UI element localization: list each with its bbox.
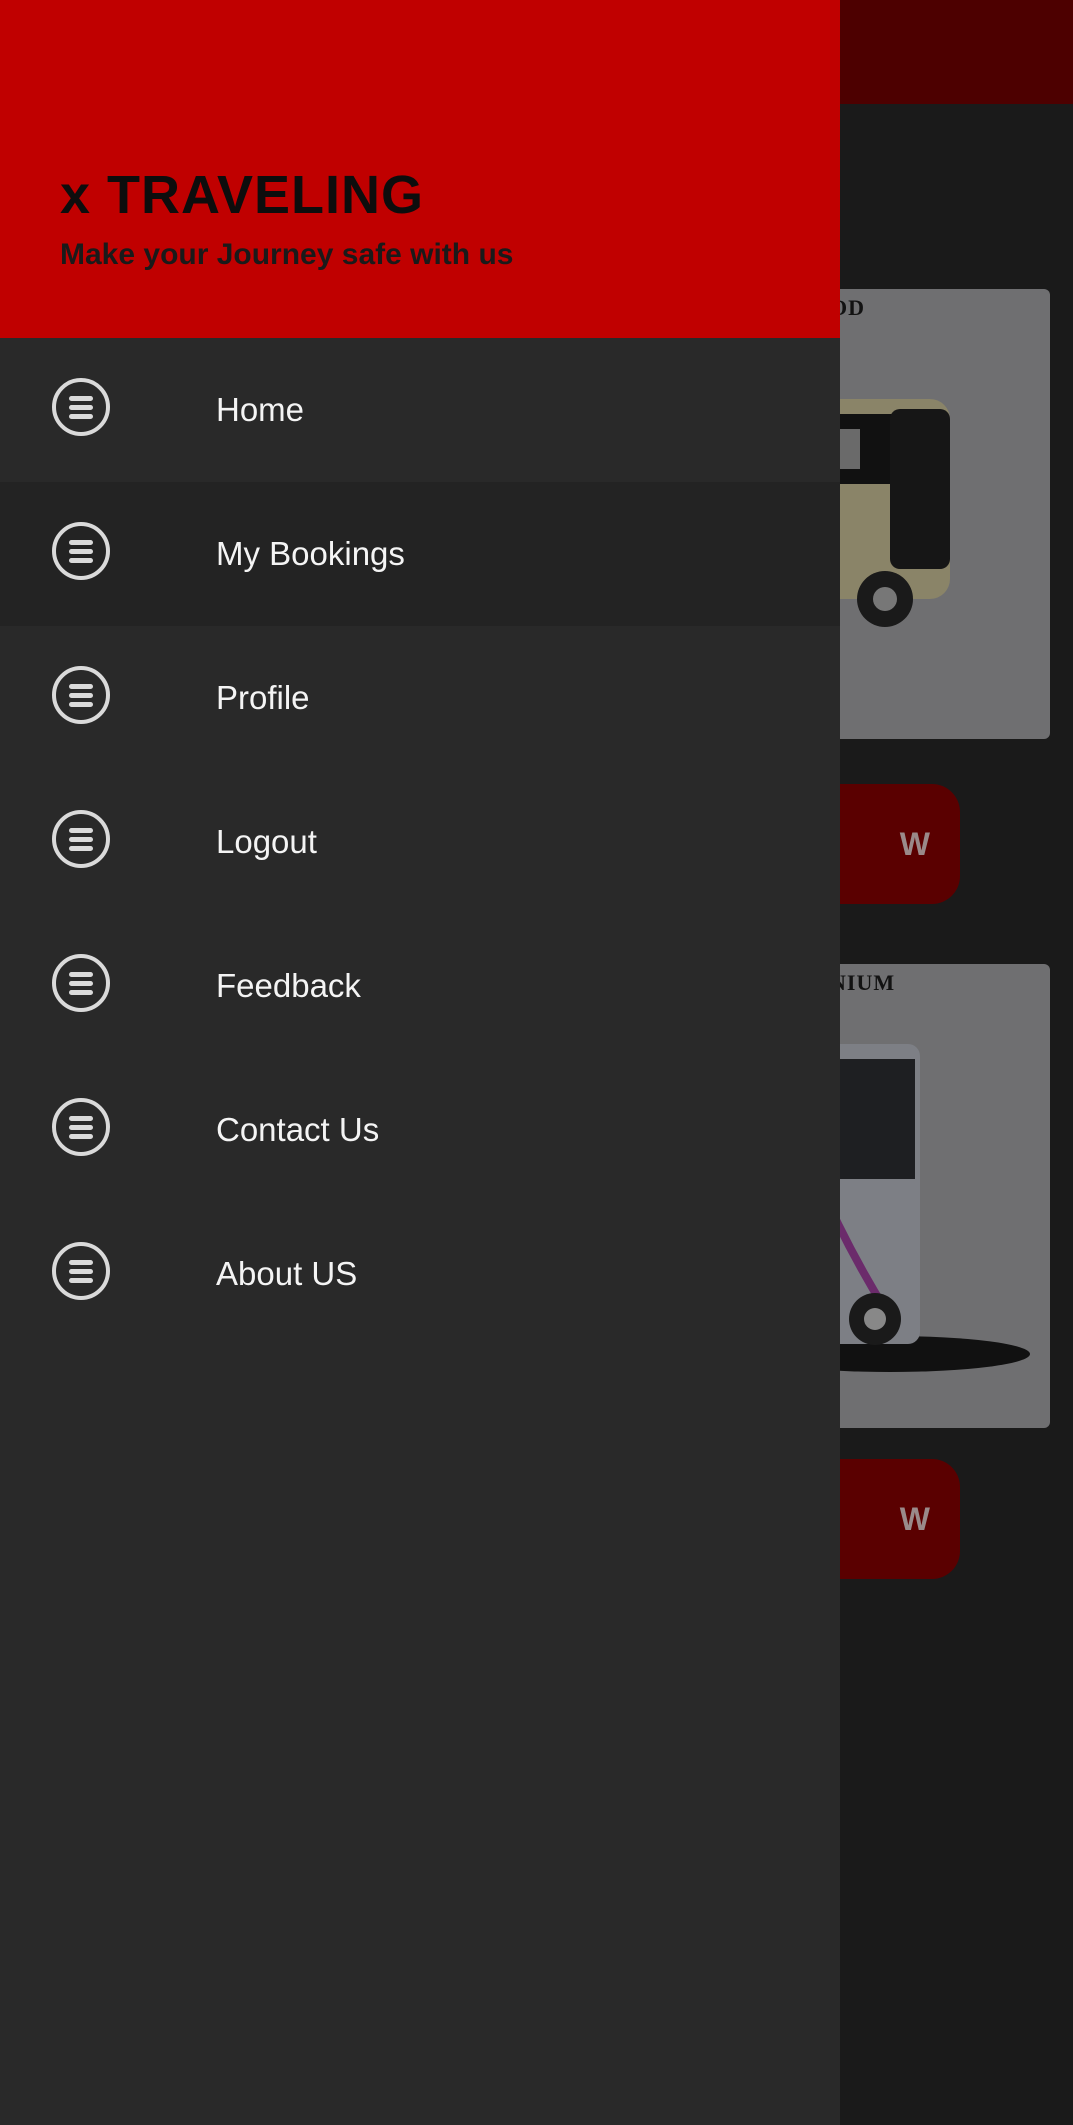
menu-item-my-bookings[interactable]: My Bookings	[0, 482, 840, 626]
menu-item-contact-us[interactable]: Contact Us	[0, 1058, 840, 1202]
menu-item-logout[interactable]: Logout	[0, 770, 840, 914]
menu-item-home[interactable]: Home	[0, 338, 840, 482]
menu-circle-icon	[52, 522, 110, 580]
app-subtitle: Make your Journey safe with us	[60, 238, 514, 271]
app-title: x TRAVELING	[60, 165, 425, 225]
menu-item-label: Profile	[216, 679, 310, 716]
menu-item-profile[interactable]: Profile	[0, 626, 840, 770]
menu-item-about-us[interactable]: About US	[0, 1202, 840, 1346]
menu-circle-icon	[52, 1242, 110, 1300]
menu-circle-icon	[52, 1098, 110, 1156]
menu-item-label: About US	[216, 1255, 358, 1292]
menu-item-label: Home	[216, 391, 305, 428]
drawer-menu: Home My Bookings Profile Logout Feedback	[0, 338, 840, 1346]
menu-circle-icon	[52, 666, 110, 724]
menu-item-label: Logout	[216, 823, 317, 860]
menu-item-label: Contact Us	[216, 1111, 380, 1148]
menu-item-label: My Bookings	[216, 535, 405, 572]
menu-circle-icon	[52, 810, 110, 868]
drawer-header: x TRAVELING Make your Journey safe with …	[0, 0, 840, 338]
menu-item-label: Feedback	[216, 967, 361, 1004]
menu-circle-icon	[52, 378, 110, 436]
navigation-drawer: x TRAVELING Make your Journey safe with …	[0, 0, 840, 2125]
menu-item-feedback[interactable]: Feedback	[0, 914, 840, 1058]
menu-circle-icon	[52, 954, 110, 1012]
